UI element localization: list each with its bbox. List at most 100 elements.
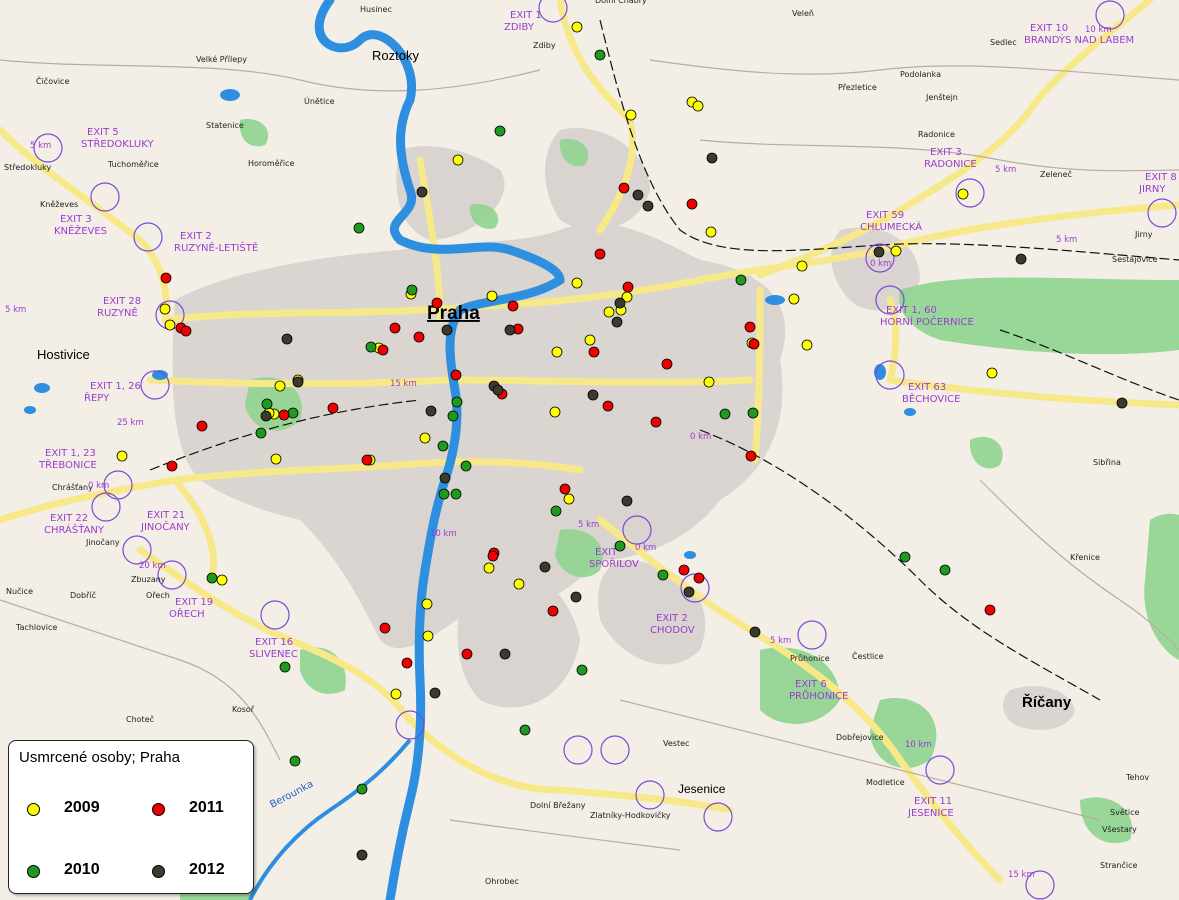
fatality-marker-2012 <box>260 410 272 422</box>
exit-label-line2: CHRÁŠŤANY <box>44 523 105 536</box>
fatality-marker-2012 <box>416 186 428 198</box>
fatality-marker-2011 <box>196 420 208 432</box>
svg-text:Světice: Světice <box>1110 808 1139 817</box>
exit-label-line1: EXIT 3 <box>60 214 92 225</box>
exit-label-line1: EXIT 5 <box>87 127 119 138</box>
fatality-marker-2012 <box>492 384 504 396</box>
svg-text:Sibřina: Sibřina <box>1093 458 1121 467</box>
fatality-marker-2011 <box>327 402 339 414</box>
exit-label-line1: EXIT 11 <box>914 796 952 807</box>
fatality-marker-2009 <box>116 450 128 462</box>
fatality-marker-2011 <box>661 358 673 370</box>
fatality-marker-2012 <box>504 324 516 336</box>
svg-text:Dolní Břežany: Dolní Břežany <box>530 801 586 810</box>
fatality-marker-2009 <box>419 432 431 444</box>
fatality-marker-2012 <box>642 200 654 212</box>
svg-text:Ohrobec: Ohrobec <box>485 877 519 886</box>
svg-text:5 km: 5 km <box>770 636 791 646</box>
fatality-marker-2012 <box>587 389 599 401</box>
fatality-marker-2012 <box>683 586 695 598</box>
svg-text:Tehov: Tehov <box>1125 773 1149 782</box>
fatality-marker-2009 <box>452 154 464 166</box>
fatality-marker-2010 <box>447 410 459 422</box>
svg-text:Sedlec: Sedlec <box>990 38 1017 47</box>
fatality-marker-2011 <box>180 325 192 337</box>
fatality-marker-2010 <box>451 396 463 408</box>
exit-label-line1: EXIT 2 <box>656 613 688 624</box>
svg-text:Nučice: Nučice <box>6 586 33 596</box>
fatality-marker-2009 <box>957 188 969 200</box>
fatality-marker-2009 <box>159 303 171 315</box>
legend-swatch-2011 <box>152 803 165 816</box>
exit-label-line2: TŘEBONICE <box>38 458 97 471</box>
fatality-marker-2012 <box>632 189 644 201</box>
fatality-marker-2011 <box>594 248 606 260</box>
svg-text:Statenice: Statenice <box>206 121 244 130</box>
svg-text:Velké Přílepy: Velké Přílepy <box>196 54 247 64</box>
fatality-marker-2012 <box>706 152 718 164</box>
fatality-marker-2012 <box>749 626 761 638</box>
fatality-marker-2011 <box>559 483 571 495</box>
legend-swatch-2009 <box>27 803 40 816</box>
fatality-marker-2012 <box>873 246 885 258</box>
fatality-marker-2009 <box>603 306 615 318</box>
svg-text:5 km: 5 km <box>30 141 51 151</box>
fatality-marker-2009 <box>270 453 282 465</box>
fatality-marker-2009 <box>513 578 525 590</box>
fatality-marker-2010 <box>261 398 273 410</box>
exit-label-line1: EXIT 6 <box>795 679 827 690</box>
fatality-marker-2011 <box>413 331 425 343</box>
fatality-marker-2009 <box>164 319 176 331</box>
svg-text:15 km: 15 km <box>390 379 417 389</box>
exit-label-line1: EXIT 10 <box>1030 23 1068 34</box>
fatality-marker-2010 <box>899 551 911 563</box>
fatality-marker-2011 <box>602 400 614 412</box>
fatality-marker-2011 <box>678 564 690 576</box>
exit-label-line2: JESENICE <box>907 808 954 819</box>
svg-text:Vestec: Vestec <box>663 739 689 748</box>
exit-label-line2: BĚCHOVICE <box>902 392 960 405</box>
exit-label-line2: RUZYNĚ-LETIŠTĚ <box>174 241 258 254</box>
svg-text:Dolní Chabry: Dolní Chabry <box>595 0 647 5</box>
svg-text:Podolanka: Podolanka <box>900 70 941 79</box>
exit-label-line1: EXIT <box>595 547 618 558</box>
svg-text:Husinec: Husinec <box>360 5 392 14</box>
exit-label-line2: ZDIBY <box>504 22 535 33</box>
svg-text:Choteč: Choteč <box>126 714 154 724</box>
fatality-marker-2009 <box>571 277 583 289</box>
fatality-marker-2010 <box>450 488 462 500</box>
fatality-marker-2010 <box>289 755 301 767</box>
fatality-marker-2009 <box>703 376 715 388</box>
legend-label-2010: 2010 <box>64 861 100 878</box>
legend-swatch-2012 <box>152 865 165 878</box>
svg-text:Ořech: Ořech <box>146 591 170 600</box>
svg-text:Radonice: Radonice <box>918 130 955 139</box>
fatality-marker-2011 <box>377 344 389 356</box>
fatality-marker-2011 <box>618 182 630 194</box>
exit-label-line1: EXIT 21 <box>147 510 185 521</box>
fatality-marker-2009 <box>986 367 998 379</box>
svg-text:10 km: 10 km <box>905 740 932 750</box>
fatality-marker-2009 <box>801 339 813 351</box>
fatality-marker-2009 <box>549 406 561 418</box>
exit-label-line2: SLIVENEC <box>249 649 298 660</box>
fatality-marker-2009 <box>692 100 704 112</box>
exit-label-line2: OŘECH <box>169 607 205 620</box>
fatality-marker-2011 <box>166 460 178 472</box>
fatality-marker-2011 <box>389 322 401 334</box>
svg-text:25 km: 25 km <box>117 418 144 428</box>
svg-text:Dobřejovice: Dobřejovice <box>836 733 884 742</box>
fatality-marker-2010 <box>438 488 450 500</box>
exit-label-line1: EXIT 1, 60 <box>886 305 937 316</box>
fatality-marker-2009 <box>421 598 433 610</box>
fatality-marker-2010 <box>594 49 606 61</box>
exit-label-line1: EXIT 1, 23 <box>45 448 96 459</box>
svg-text:Zlatníky-Hodkovičky: Zlatníky-Hodkovičky <box>590 810 671 820</box>
fatality-marker-2010 <box>519 724 531 736</box>
fatality-marker-2010 <box>494 125 506 137</box>
svg-text:Tuchoměřice: Tuchoměřice <box>107 160 159 169</box>
fatality-marker-2009 <box>563 493 575 505</box>
exit-label-line1: EXIT 1 <box>510 10 542 21</box>
fatality-marker-2010 <box>255 427 267 439</box>
fatality-marker-2011 <box>984 604 996 616</box>
